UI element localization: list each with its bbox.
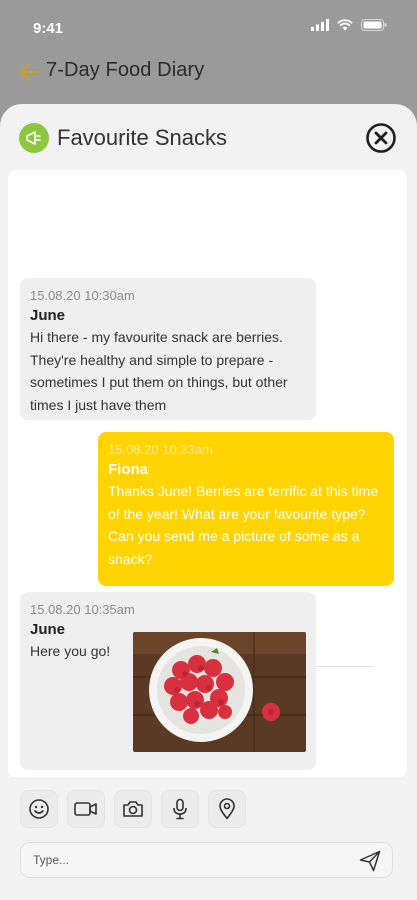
topic-icon [19,123,49,153]
microphone-icon [173,798,187,820]
megaphone-icon [26,131,41,145]
emoji-icon [29,799,49,819]
message-list[interactable]: 15.08.20 10:30am June Hi there - my favo… [8,170,407,777]
message-bubble-incoming: 15.08.20 10:35am June Here you go! [20,592,316,770]
chat-sheet: Favourite Snacks 15.08.20 10:30am June H… [0,104,417,900]
message-composer [20,842,393,878]
signal-icon [311,19,329,31]
message-photo[interactable] [133,632,306,752]
message-text: Hi there - my favourite snack are berrie… [30,329,288,413]
sheet-title: Favourite Snacks [57,125,227,150]
attachment-toolbar [20,790,246,828]
message-text: Thanks June! Berries are terrific at thi… [108,483,378,567]
message-author: Fiona [108,461,148,478]
message-bubble-outgoing: 15.08.20 10:33am Fiona Thanks June! Berr… [98,432,394,586]
message-bubble-incoming: 15.08.20 10:30am June Hi there - my favo… [20,278,316,420]
camera-button[interactable] [114,790,152,828]
close-icon[interactable] [365,122,397,154]
battery-icon [361,19,387,31]
message-timestamp: 15.08.20 10:35am [30,602,135,617]
send-icon[interactable] [358,849,382,873]
message-timestamp: 15.08.20 10:30am [30,288,135,303]
sheet-header: Favourite Snacks [0,104,417,170]
camera-icon [123,801,143,817]
back-arrow-icon[interactable] [18,60,42,84]
wifi-icon [337,19,353,31]
location-icon [219,798,235,820]
microphone-button[interactable] [161,790,199,828]
status-time: 9:41 [33,20,64,37]
video-icon [74,802,97,816]
message-input[interactable] [33,843,353,877]
app-title: 7-Day Food Diary [46,59,205,81]
status-bar: 9:41 [0,0,417,56]
message-author: June [30,307,66,324]
video-button[interactable] [67,790,105,828]
status-icons [311,19,387,31]
message-timestamp: 15.08.20 10:33am [108,442,213,457]
raspberry-bowl-image [133,632,306,752]
location-button[interactable] [208,790,246,828]
emoji-button[interactable] [20,790,58,828]
app-bar: 7-Day Food Diary [0,56,417,92]
